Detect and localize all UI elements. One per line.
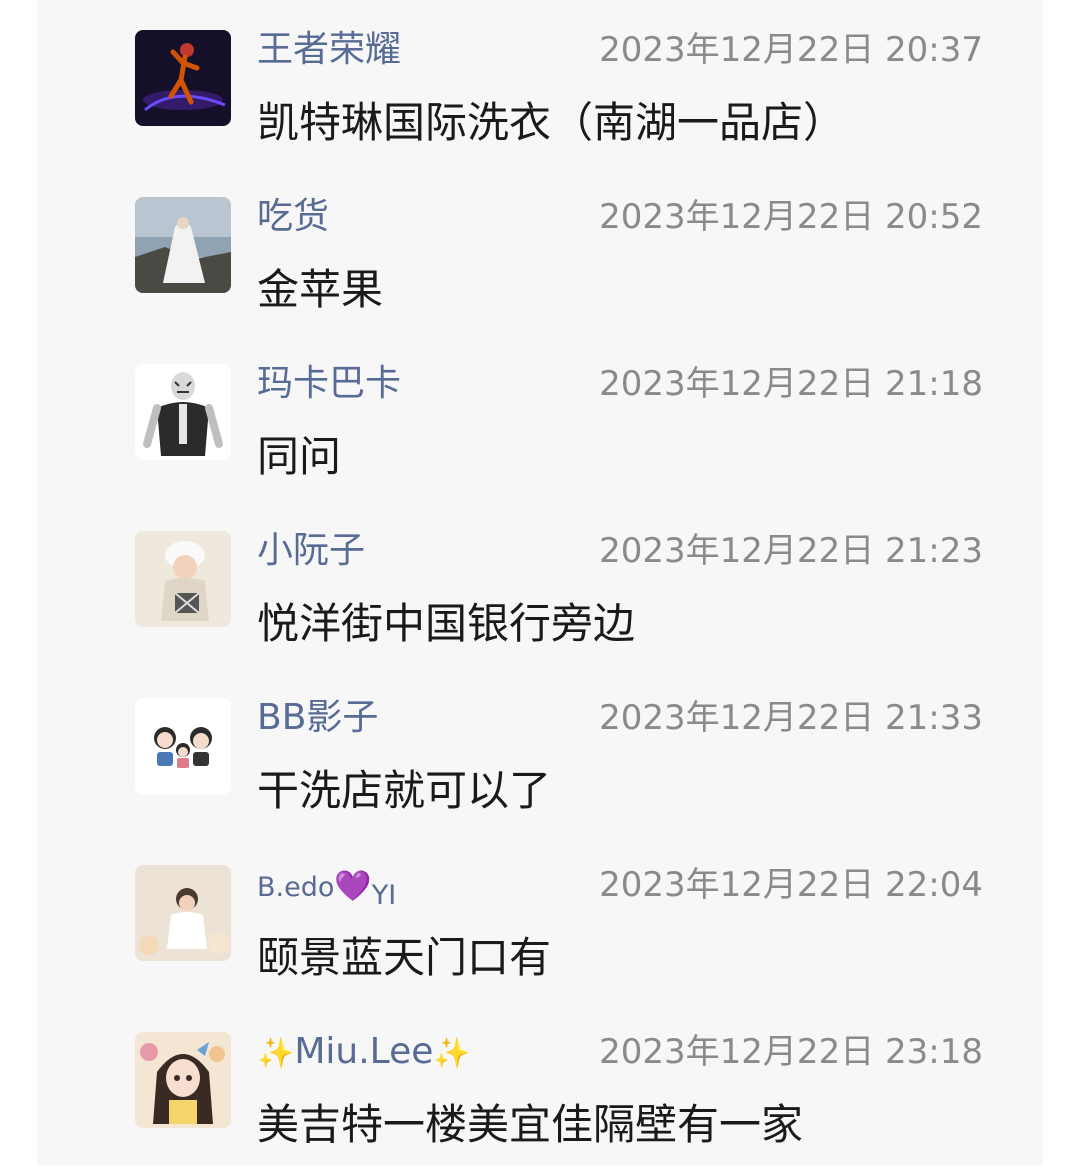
comment-text: 干洗店就可以了 — [257, 766, 552, 815]
purple-heart-icon: 💜 — [334, 869, 372, 904]
comment-text: 金苹果 — [257, 265, 384, 314]
name-text: B.edo — [257, 872, 335, 903]
comment-list: 王者荣耀 2023年12月22日 20:37 凯特琳国际洗衣（南湖一品店） 吃货… — [37, 0, 1043, 1165]
dancer-avatar-icon[interactable] — [135, 30, 231, 126]
baby-avatar-icon[interactable] — [135, 531, 231, 627]
commenter-name[interactable]: BB影子 — [257, 694, 378, 742]
comment-item: B.edo💜YI 2023年12月22日 22:04 颐景蓝天门口有 — [37, 835, 1043, 1002]
comment-text: 同问 — [257, 432, 342, 481]
comment-item: 王者荣耀 2023年12月22日 20:37 凯特琳国际洗衣（南湖一品店） — [37, 0, 1043, 167]
name-text: YI — [371, 880, 397, 911]
commenter-name[interactable]: 王者荣耀 — [257, 26, 401, 74]
comment-text: 凯特琳国际洗衣（南湖一品店） — [257, 98, 846, 147]
name-text: Miu.Lee — [294, 1031, 434, 1072]
comment-time: 2023年12月22日 20:37 — [599, 30, 983, 70]
comment-time: 2023年12月22日 22:04 — [599, 865, 983, 905]
comment-text: 美吉特一楼美宜佳隔壁有一家 — [257, 1100, 804, 1149]
tiger-avatar-icon[interactable] — [135, 364, 231, 460]
comment-text: 颐景蓝天门口有 — [257, 933, 552, 982]
comment-time: 2023年12月22日 21:18 — [599, 364, 983, 404]
anime-girl-avatar-icon[interactable] — [135, 1032, 231, 1128]
commenter-name[interactable]: 小阮子 — [257, 527, 365, 575]
commenter-name[interactable]: 玛卡巴卡 — [257, 360, 401, 408]
comment-item: 玛卡巴卡 2023年12月22日 21:18 同问 — [37, 334, 1043, 501]
comment-time: 2023年12月22日 20:52 — [599, 197, 983, 237]
cartoon-family-avatar-icon[interactable] — [135, 698, 231, 794]
comment-item: 小阮子 2023年12月22日 21:23 悦洋街中国银行旁边 — [37, 501, 1043, 668]
comment-time: 2023年12月22日 21:23 — [599, 531, 983, 571]
commenter-name[interactable]: B.edo💜YI — [257, 863, 396, 912]
commenter-name[interactable]: 吃货 — [257, 193, 329, 241]
child-avatar-icon[interactable] — [135, 865, 231, 961]
comment-time: 2023年12月22日 21:33 — [599, 698, 983, 738]
sparkles-icon: ✨ — [257, 1036, 295, 1071]
comment-item: 吃货 2023年12月22日 20:52 金苹果 — [37, 167, 1043, 334]
comment-item: BB影子 2023年12月22日 21:33 干洗店就可以了 — [37, 668, 1043, 835]
sparkles-icon: ✨ — [433, 1036, 471, 1071]
comment-item: ✨Miu.Lee✨ 2023年12月22日 23:18 美吉特一楼美宜佳隔壁有一… — [37, 1002, 1043, 1169]
comment-time: 2023年12月22日 23:18 — [599, 1032, 983, 1072]
commenter-name[interactable]: ✨Miu.Lee✨ — [257, 1028, 471, 1078]
comment-text: 悦洋街中国银行旁边 — [257, 599, 636, 648]
bride-avatar-icon[interactable] — [135, 197, 231, 293]
